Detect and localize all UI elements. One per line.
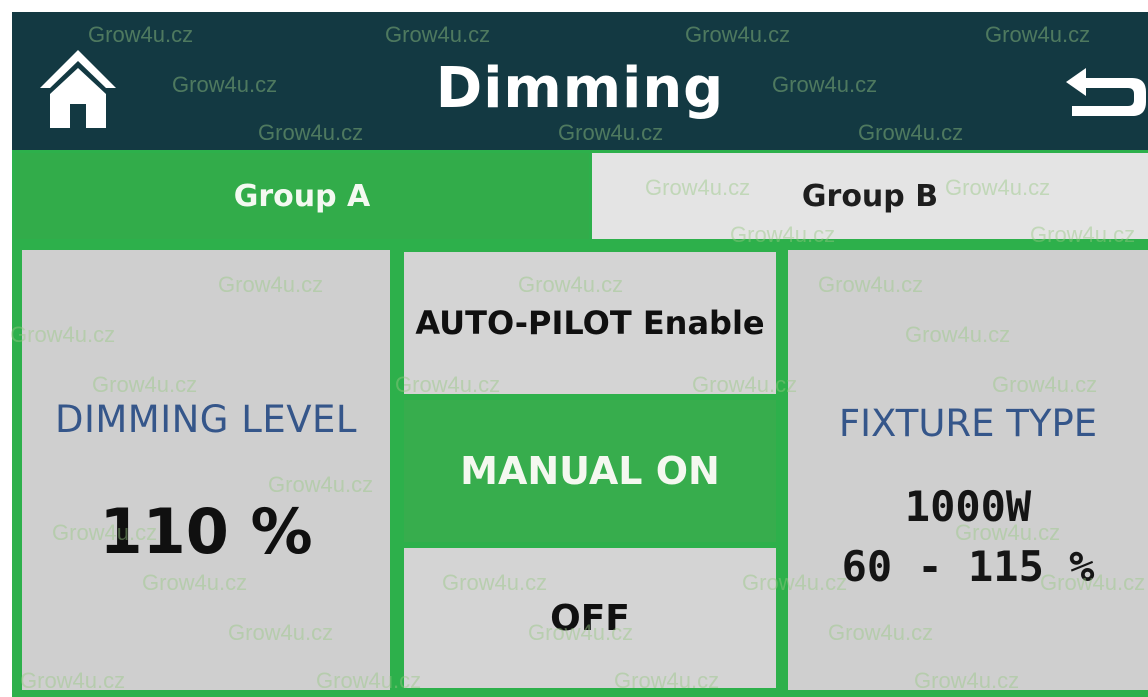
fixture-dimming-range: 60 - 115 % xyxy=(841,542,1095,591)
tab-group-a[interactable]: Group A xyxy=(15,153,589,239)
off-button[interactable]: OFF xyxy=(404,548,776,688)
group-tab-bar: Group A Group B xyxy=(12,150,1148,242)
header-bar: Dimming xyxy=(12,12,1148,150)
dimming-level-panel[interactable]: DIMMING LEVEL 110 % xyxy=(22,250,390,690)
back-button[interactable] xyxy=(1058,60,1148,118)
back-arrow-icon xyxy=(1066,68,1146,116)
dimming-level-value: 110 % xyxy=(99,495,313,568)
manual-on-button[interactable]: MANUAL ON xyxy=(404,400,776,542)
page-title: Dimming xyxy=(435,56,725,121)
mode-selector-panel: AUTO-PILOT Enable MANUAL ON OFF xyxy=(402,250,778,690)
tab-group-b[interactable]: Group B xyxy=(592,153,1148,239)
fixture-type-label: FIXTURE TYPE xyxy=(838,402,1098,445)
dimming-level-label: DIMMING LEVEL xyxy=(54,398,358,441)
fixture-type-panel[interactable]: FIXTURE TYPE 1000W 60 - 115 % xyxy=(788,250,1148,690)
content-area: DIMMING LEVEL 110 % AUTO-PILOT Enable MA… xyxy=(12,242,1148,697)
auto-pilot-enable-button[interactable]: AUTO-PILOT Enable xyxy=(404,252,776,394)
fixture-wattage: 1000W xyxy=(904,482,1032,531)
